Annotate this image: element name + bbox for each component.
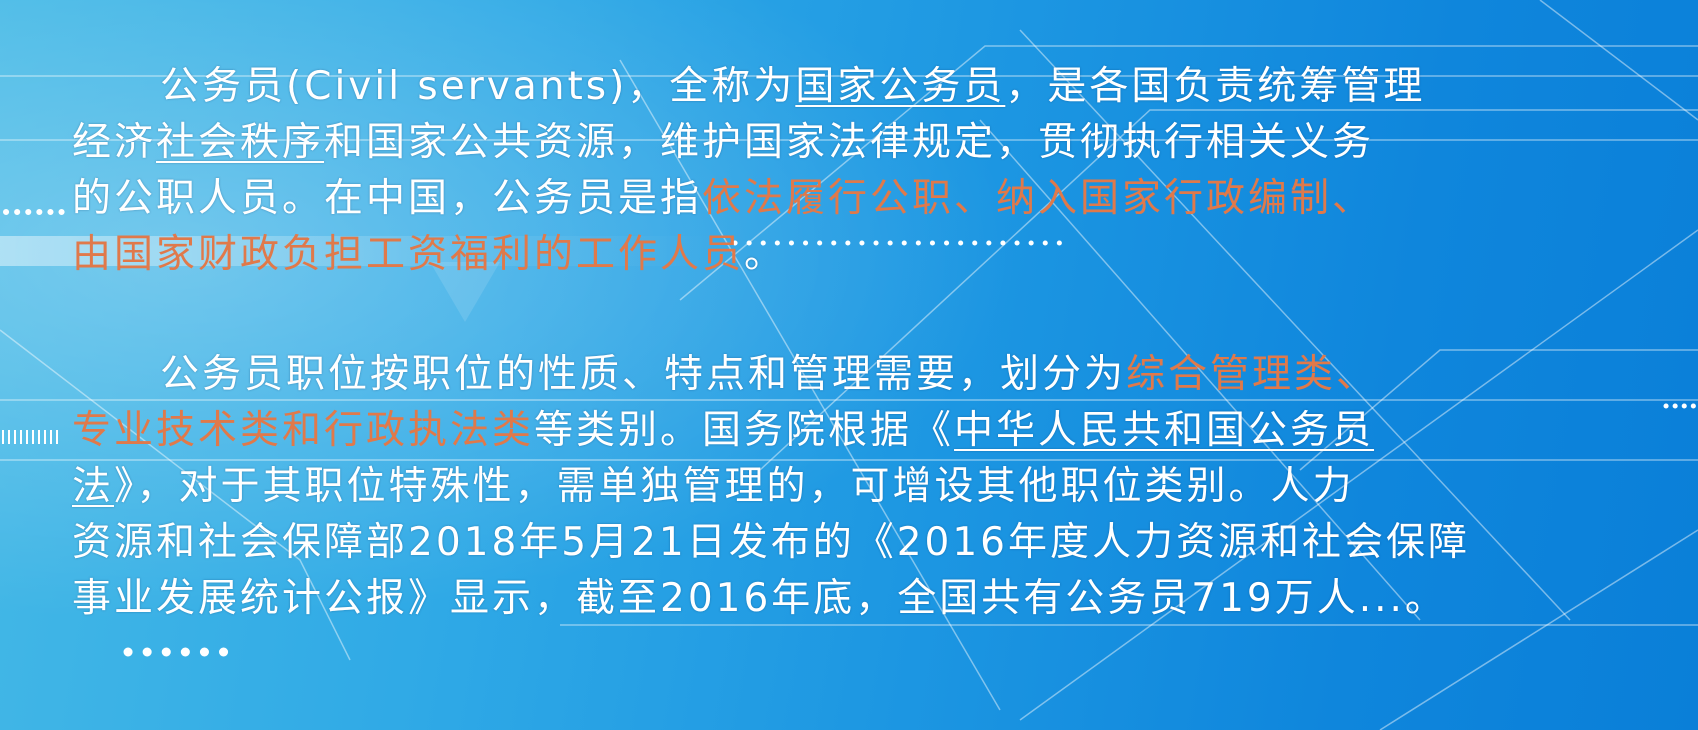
text-segment: 和国家公共资源，维护国家法律规定，贯彻执行相关义务 (324, 120, 1375, 165)
text-line: 公务员职位按职位的性质、特点和管理需要，划分为综合管理类、 (72, 347, 1632, 403)
text-segment: 资源和社会保障部2018年5月21日发布的《2016年度人力资源和社会保障 (72, 520, 1470, 565)
highlighted-phrase: 由国家财政负担工资福利的工作人员 (72, 232, 745, 277)
text-segment: 公务员职位按职位的性质、特点和管理需要，划分为 (160, 352, 1127, 397)
text-line: 事业发展统计公报》显示，截至2016年底，全国共有公务员719万人...。 (72, 571, 1632, 627)
text-line: 经济社会秩序和国家公共资源，维护国家法律规定，贯彻执行相关义务 (72, 115, 1632, 171)
text-line: 法》，对于其职位特殊性，需单独管理的，可增设其他职位类别。人力 (72, 459, 1632, 515)
text-line: 公务员(Civil servants)，全称为国家公务员，是各国负责统筹管理 (72, 59, 1632, 115)
text-segment: 的公职人员。在中国，公务员是指 (72, 176, 703, 221)
text-line: 的公职人员。在中国，公务员是指依法履行公职、纳入国家行政编制、 (72, 171, 1632, 227)
text-line: 专业技术类和行政执法类等类别。国务院根据《中华人民共和国公务员 (72, 403, 1632, 459)
highlighted-phrase: 综合管理类、 (1126, 352, 1379, 397)
highlighted-phrase: 专业技术类和行政执法类 (72, 408, 535, 453)
paragraph-civil-servant-definition: 公务员(Civil servants)，全称为国家公务员，是各国负责统筹管理 经济… (72, 59, 1632, 283)
underlined-term: 国家公务员 (795, 64, 1006, 109)
text-line: 资源和社会保障部2018年5月21日发布的《2016年度人力资源和社会保障 (72, 515, 1632, 571)
highlighted-phrase: 依法履行公职、纳入国家行政编制、 (702, 176, 1375, 221)
text-segment: 》，对于其职位特殊性，需单独管理的，可增设其他职位类别。人力 (114, 464, 1355, 509)
text-segment: 事业发展统计公报》显示，截至2016年底，全国共有公务员719万人...。 (72, 576, 1447, 621)
text-line: 由国家财政负担工资福利的工作人员。 (72, 227, 1632, 283)
text-segment: 公务员(Civil servants)，全称为 (160, 64, 796, 109)
text-segment: 。 (744, 232, 787, 277)
underlined-term: 社会秩序 (156, 120, 325, 165)
underlined-term: 法 (72, 464, 115, 509)
underlined-term: 中华人民共和国公务员 (954, 408, 1375, 453)
text-segment: 等类别。国务院根据《 (534, 408, 955, 453)
text-segment: 经济 (72, 120, 157, 165)
text-segment: ，是各国负责统筹管理 (1005, 64, 1426, 109)
paragraph-civil-servant-categories: 公务员职位按职位的性质、特点和管理需要，划分为综合管理类、 专业技术类和行政执法类… (72, 347, 1632, 627)
